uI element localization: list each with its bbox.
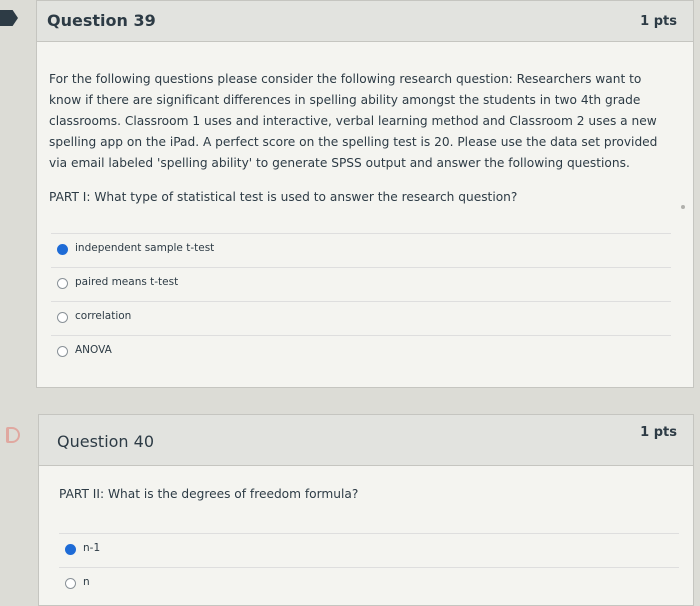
question-title: Question 40 bbox=[57, 432, 155, 451]
answer-option[interactable]: n-1 bbox=[59, 533, 679, 567]
answer-option[interactable]: n bbox=[59, 567, 679, 601]
question-card-39: Question 39 1 pts For the following ques… bbox=[36, 0, 694, 388]
bookmark-icon[interactable] bbox=[6, 427, 20, 443]
answer-list: independent sample t-test paired means t… bbox=[51, 233, 671, 369]
prompt-line: spelling app on the iPad. A perfect scor… bbox=[49, 135, 658, 149]
radio-icon[interactable] bbox=[57, 346, 68, 357]
scroll-dot-icon bbox=[681, 205, 685, 209]
answer-label[interactable]: correlation bbox=[75, 310, 131, 322]
answer-label[interactable]: n bbox=[83, 576, 90, 588]
radio-icon[interactable] bbox=[57, 312, 68, 323]
prompt-line: For the following questions please consi… bbox=[49, 72, 642, 86]
answer-option[interactable]: correlation bbox=[51, 301, 671, 335]
question-points: 1 pts bbox=[640, 425, 677, 440]
question-prompt: For the following questions please consi… bbox=[49, 69, 679, 174]
answer-label[interactable]: independent sample t-test bbox=[75, 242, 214, 254]
answer-label[interactable]: paired means t-test bbox=[75, 276, 178, 288]
answer-list: n-1 n bbox=[59, 533, 679, 601]
prompt-line: know if there are significant difference… bbox=[49, 93, 641, 107]
question-title: Question 39 bbox=[47, 11, 156, 30]
radio-selected-icon[interactable] bbox=[57, 244, 68, 255]
prompt-line: classrooms. Classroom 1 uses and interac… bbox=[49, 114, 657, 128]
prompt-line: via email labeled 'spelling ability' to … bbox=[49, 156, 630, 170]
answer-option[interactable]: ANOVA bbox=[51, 335, 671, 369]
radio-icon[interactable] bbox=[65, 578, 76, 589]
question-header: Question 40 1 pts bbox=[39, 415, 693, 466]
question-points: 1 pts bbox=[640, 14, 677, 29]
flag-icon[interactable] bbox=[0, 10, 18, 26]
answer-option[interactable]: independent sample t-test bbox=[51, 233, 671, 267]
radio-selected-icon[interactable] bbox=[65, 544, 76, 555]
radio-icon[interactable] bbox=[57, 278, 68, 289]
question-part: PART I: What type of statistical test is… bbox=[49, 190, 518, 204]
question-part: PART II: What is the degrees of freedom … bbox=[59, 487, 359, 501]
answer-label[interactable]: ANOVA bbox=[75, 344, 112, 356]
question-header: Question 39 1 pts bbox=[37, 1, 693, 42]
answer-option[interactable]: paired means t-test bbox=[51, 267, 671, 301]
answer-label[interactable]: n-1 bbox=[83, 542, 100, 554]
question-card-40: Question 40 1 pts PART II: What is the d… bbox=[38, 414, 694, 606]
